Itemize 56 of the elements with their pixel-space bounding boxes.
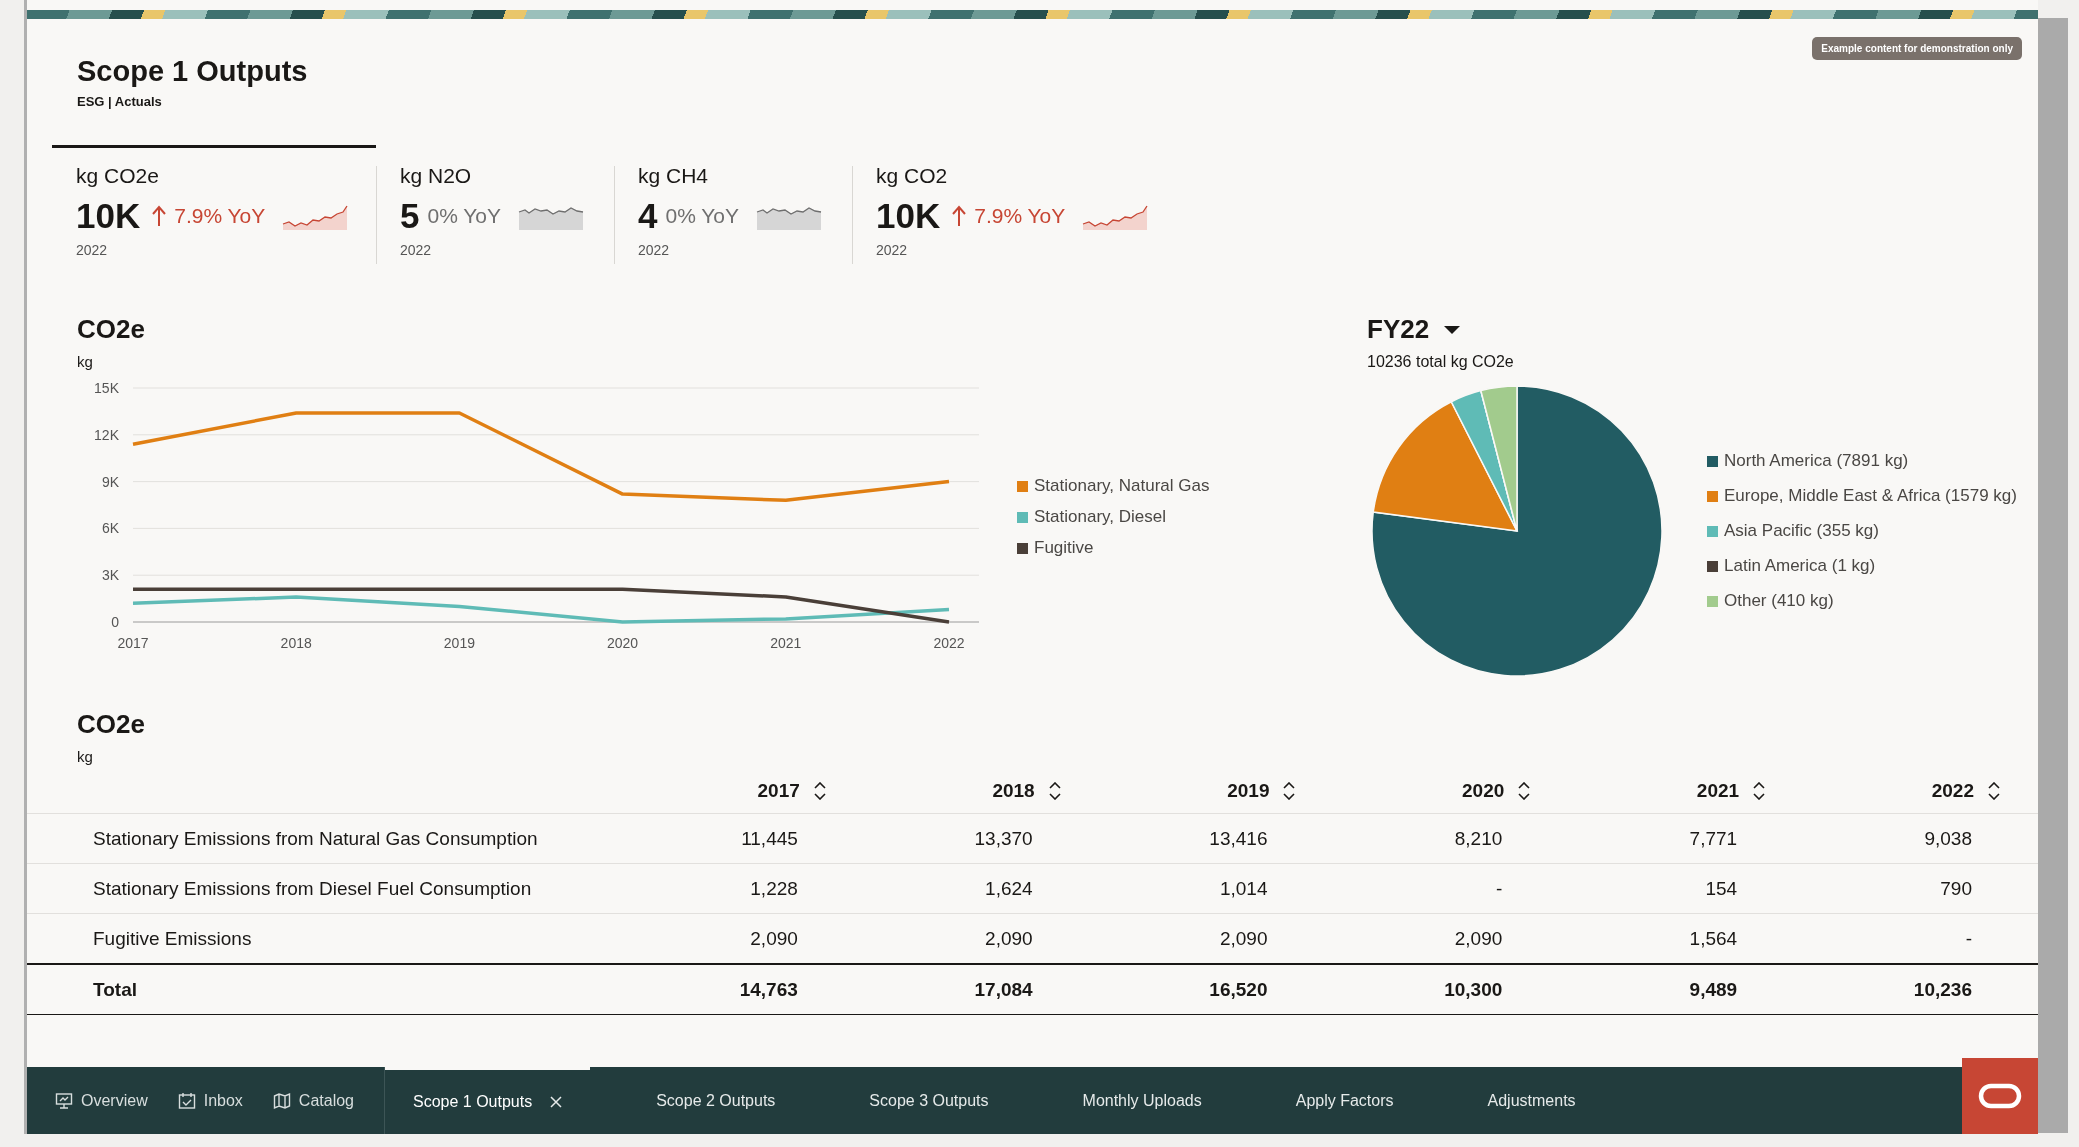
y-axis-label: 9K bbox=[101, 473, 119, 490]
table-cell-text: 1,228 bbox=[749, 877, 798, 900]
x-axis-label: 2020 bbox=[607, 635, 639, 651]
y-axis-label: 15K bbox=[94, 380, 119, 396]
legend-label: Europe, Middle East & Africa (1579 kg) bbox=[1724, 486, 2017, 506]
table-cell-text: 9,038 bbox=[1923, 827, 1972, 850]
row-label: Total bbox=[93, 978, 138, 1001]
table-title: CO2e bbox=[77, 709, 146, 740]
legend-label: Fugitive bbox=[1034, 538, 1094, 558]
table-cell-text: 2,090 bbox=[1453, 927, 1503, 950]
table-cell-text: 2,090 bbox=[1218, 927, 1268, 950]
row-label: Fugitive Emissions bbox=[93, 927, 253, 950]
row-label: Stationary Emissions from Diesel Fuel Consumption bbox=[93, 877, 533, 900]
table-cell-text: 10,300 bbox=[1443, 978, 1503, 1001]
y-axis-label: 12K bbox=[94, 426, 119, 443]
total-caption: 10236 total kg CO2e bbox=[1367, 353, 1515, 371]
table-cell-text: 2,090 bbox=[984, 927, 1033, 950]
x-axis-label: 2022 bbox=[933, 635, 965, 651]
table-cell-text: - bbox=[1964, 927, 1972, 950]
legend-label: Stationary, Natural Gas bbox=[1034, 476, 1210, 496]
table-cell-text: 790 bbox=[1939, 877, 1972, 900]
table-cell-text: 9,489 bbox=[1688, 978, 1738, 1001]
y-axis-label: 0 bbox=[111, 614, 119, 630]
table-cell-text: 154 bbox=[1704, 877, 1738, 900]
table-cell-text: 2,090 bbox=[749, 927, 798, 950]
page-subtitle: ESG | Actuals bbox=[77, 94, 163, 109]
table-cell-text: 11,445 bbox=[740, 827, 798, 850]
table-cell-text: 1,564 bbox=[1688, 927, 1738, 950]
x-axis-label: 2018 bbox=[280, 635, 312, 651]
y-axis-label: 3K bbox=[101, 567, 119, 584]
x-axis-label: 2019 bbox=[443, 635, 475, 651]
x-axis-label: 2021 bbox=[770, 635, 802, 651]
table-cell-text: 17,084 bbox=[973, 978, 1033, 1001]
table-cell-text: 1,014 bbox=[1218, 877, 1268, 900]
legend-label: Other (410 kg) bbox=[1724, 591, 1834, 611]
table-cell-text: 14,763 bbox=[738, 978, 798, 1001]
legend-label: Latin America (1 kg) bbox=[1724, 556, 1876, 576]
legend-label: North America (7891 kg) bbox=[1724, 451, 1909, 471]
table-unit: kg bbox=[77, 748, 94, 765]
page-title: Scope 1 Outputs bbox=[77, 55, 308, 88]
table-cell-text: 13,416 bbox=[1208, 827, 1268, 850]
legend-label: Stationary, Diesel bbox=[1034, 507, 1166, 527]
chart-unit: kg bbox=[77, 353, 94, 370]
chart-title: CO2e bbox=[77, 314, 146, 345]
legend-label: Asia Pacific (355 kg) bbox=[1724, 521, 1879, 541]
table-cell-text: - bbox=[1495, 877, 1503, 900]
table-cell-text: 13,370 bbox=[973, 827, 1033, 850]
table-cell-text: 10,236 bbox=[1912, 978, 1972, 1001]
table-cell-text: 7,771 bbox=[1688, 827, 1738, 850]
table-cell-text: 16,520 bbox=[1208, 978, 1268, 1001]
table-cell-text: 8,210 bbox=[1453, 827, 1503, 850]
table-cell-text: 1,624 bbox=[984, 877, 1033, 900]
demo-badge: Example content for demonstration only bbox=[1812, 37, 2022, 60]
x-axis-label: 2017 bbox=[117, 635, 149, 651]
y-axis-label: 6K bbox=[101, 520, 119, 537]
row-label: Stationary Emissions from Natural Gas Consumption bbox=[93, 827, 539, 850]
